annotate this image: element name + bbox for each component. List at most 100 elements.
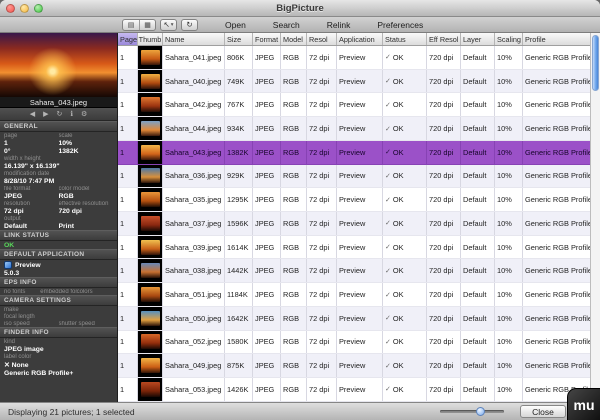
preferences-button[interactable]: Preferences: [377, 20, 423, 30]
column-header-format[interactable]: Format: [253, 33, 281, 45]
thumbnail-size-slider[interactable]: [440, 410, 504, 413]
toolbar: ▤ ▦ ↖ ▾ ↻ Open Search Relink Preferences: [0, 17, 600, 33]
column-header-layer[interactable]: Layer: [461, 33, 495, 45]
thumbnail-image[interactable]: [141, 216, 160, 231]
check-icon: ✓: [385, 172, 391, 180]
column-header-status[interactable]: Status: [383, 33, 427, 45]
preview-image[interactable]: [0, 33, 117, 97]
cell-scaling: 10%: [495, 236, 523, 259]
table-row[interactable]: 1Sahara_041.jpeg806KJPEGRGB72 dpiPreview…: [118, 46, 590, 70]
close-button[interactable]: Close: [520, 405, 566, 418]
open-button[interactable]: Open: [225, 20, 246, 30]
zoom-window-button[interactable]: [34, 4, 43, 13]
cell-resol: 72 dpi: [307, 117, 337, 140]
thumbnail-image[interactable]: [141, 50, 160, 65]
table-row[interactable]: 1Sahara_036.jpeg929KJPEGRGB72 dpiPreview…: [118, 165, 590, 189]
thumbnail-image[interactable]: [141, 358, 160, 373]
column-header-scaling[interactable]: Scaling: [495, 33, 523, 45]
table-row[interactable]: 1Sahara_043.jpeg1382KJPEGRGB72 dpiPrevie…: [118, 141, 590, 165]
column-header-model[interactable]: Model: [281, 33, 307, 45]
cell-model: RGB: [281, 307, 307, 330]
thumbnail-image[interactable]: [141, 145, 160, 160]
column-header-profile[interactable]: Profile: [523, 33, 590, 45]
preview-filename: Sahara_043.jpeg: [0, 97, 117, 108]
cell-app: Preview: [337, 46, 383, 69]
minimize-window-button[interactable]: [20, 4, 29, 13]
cell-name: Sahara_039.jpeg: [163, 236, 225, 259]
pointer-tool-button[interactable]: ↖ ▾: [160, 19, 177, 31]
cell-page: 1: [118, 307, 138, 330]
table-row[interactable]: 1Sahara_053.jpeg1426KJPEGRGB72 dpiPrevie…: [118, 378, 590, 402]
cell-effres: 720 dpi: [427, 331, 461, 354]
table-row[interactable]: 1Sahara_042.jpeg767KJPEGRGB72 dpiPreview…: [118, 93, 590, 117]
check-icon: ✓: [385, 148, 391, 156]
vertical-scrollbar[interactable]: ▲ ▼: [590, 33, 600, 402]
thumbnail-image[interactable]: [141, 311, 160, 326]
table-row[interactable]: 1Sahara_039.jpeg1614KJPEGRGB72 dpiPrevie…: [118, 236, 590, 260]
thumbnail-image[interactable]: [141, 74, 160, 89]
cell-layer: Default: [461, 188, 495, 211]
search-button[interactable]: Search: [273, 20, 300, 30]
thumbnail-image[interactable]: [141, 121, 160, 136]
column-header-thumb[interactable]: Thumb: [138, 33, 163, 45]
column-header-name[interactable]: Name: [163, 33, 225, 45]
info-icon[interactable]: ℹ: [70, 110, 73, 118]
column-header-eff-resol[interactable]: Eff Resol: [427, 33, 461, 45]
table-row[interactable]: 1Sahara_051.jpeg1184KJPEGRGB72 dpiPrevie…: [118, 283, 590, 307]
row-thumbnail-cell: [138, 378, 163, 401]
table-row[interactable]: 1Sahara_035.jpeg1295KJPEGRGB72 dpiPrevie…: [118, 188, 590, 212]
column-header-resol[interactable]: Resol: [307, 33, 337, 45]
cell-layer: Default: [461, 46, 495, 69]
section-header-finder-info: FINDER INFO: [0, 327, 117, 338]
column-header-application[interactable]: Application: [337, 33, 383, 45]
cell-page: 1: [118, 354, 138, 377]
rotate-icon[interactable]: ↻: [56, 110, 62, 118]
cell-name: Sahara_051.jpeg: [163, 283, 225, 306]
cell-effres: 720 dpi: [427, 165, 461, 188]
next-image-icon[interactable]: ▶: [43, 110, 48, 118]
table-row[interactable]: 1Sahara_040.jpeg749KJPEGRGB72 dpiPreview…: [118, 70, 590, 94]
thumbnail-image[interactable]: [141, 287, 160, 302]
thumbnail-image[interactable]: [141, 192, 160, 207]
cell-resol: 72 dpi: [307, 236, 337, 259]
list-view-button[interactable]: ▤: [123, 20, 139, 30]
column-header-size[interactable]: Size: [225, 33, 253, 45]
previous-image-icon[interactable]: ◀: [30, 110, 35, 118]
cell-resol: 72 dpi: [307, 93, 337, 116]
thumbnail-image[interactable]: [141, 97, 160, 112]
table-row[interactable]: 1Sahara_052.jpeg1580KJPEGRGB72 dpiPrevie…: [118, 331, 590, 355]
column-header-page-[interactable]: Page#: [118, 33, 138, 45]
table-row[interactable]: 1Sahara_044.jpeg934KJPEGRGB72 dpiPreview…: [118, 117, 590, 141]
table-row[interactable]: 1Sahara_037.jpeg1596KJPEGRGB72 dpiPrevie…: [118, 212, 590, 236]
scale-value: 10%: [59, 140, 114, 147]
close-window-button[interactable]: [6, 4, 15, 13]
thumbnail-image[interactable]: [141, 263, 160, 278]
cell-app: Preview: [337, 141, 383, 164]
thumbnail-image[interactable]: [141, 240, 160, 255]
cell-layer: Default: [461, 331, 495, 354]
width-height-label: width x height: [4, 156, 41, 162]
cell-resol: 72 dpi: [307, 378, 337, 401]
thumbnail-image[interactable]: [141, 168, 160, 183]
gear-icon[interactable]: ⚙: [81, 110, 87, 118]
table-row[interactable]: 1Sahara_038.jpeg1442KJPEGRGB72 dpiPrevie…: [118, 259, 590, 283]
picture-table-wrap: Page#ThumbNameSizeFormatModelResolApplic…: [118, 33, 600, 402]
check-icon: ✓: [385, 53, 391, 61]
cell-format: JPEG: [253, 236, 281, 259]
thumbnail-image[interactable]: [141, 334, 160, 349]
refresh-button[interactable]: ↻: [181, 19, 198, 31]
cell-status: ✓OK: [383, 165, 427, 188]
grid-view-button[interactable]: ▦: [139, 20, 155, 30]
relink-button[interactable]: Relink: [327, 20, 351, 30]
table-header: Page#ThumbNameSizeFormatModelResolApplic…: [118, 33, 590, 46]
cell-size: 934K: [225, 117, 253, 140]
table-row[interactable]: 1Sahara_050.jpeg1642KJPEGRGB72 dpiPrevie…: [118, 307, 590, 331]
cell-effres: 720 dpi: [427, 307, 461, 330]
title-bar[interactable]: BigPicture: [0, 0, 600, 17]
scrollbar-thumb[interactable]: [592, 35, 599, 91]
slider-knob[interactable]: [476, 407, 485, 416]
table-row[interactable]: 1Sahara_049.jpeg875KJPEGRGB72 dpiPreview…: [118, 354, 590, 378]
cell-scaling: 10%: [495, 46, 523, 69]
thumbnail-image[interactable]: [141, 382, 160, 397]
cell-layer: Default: [461, 378, 495, 401]
